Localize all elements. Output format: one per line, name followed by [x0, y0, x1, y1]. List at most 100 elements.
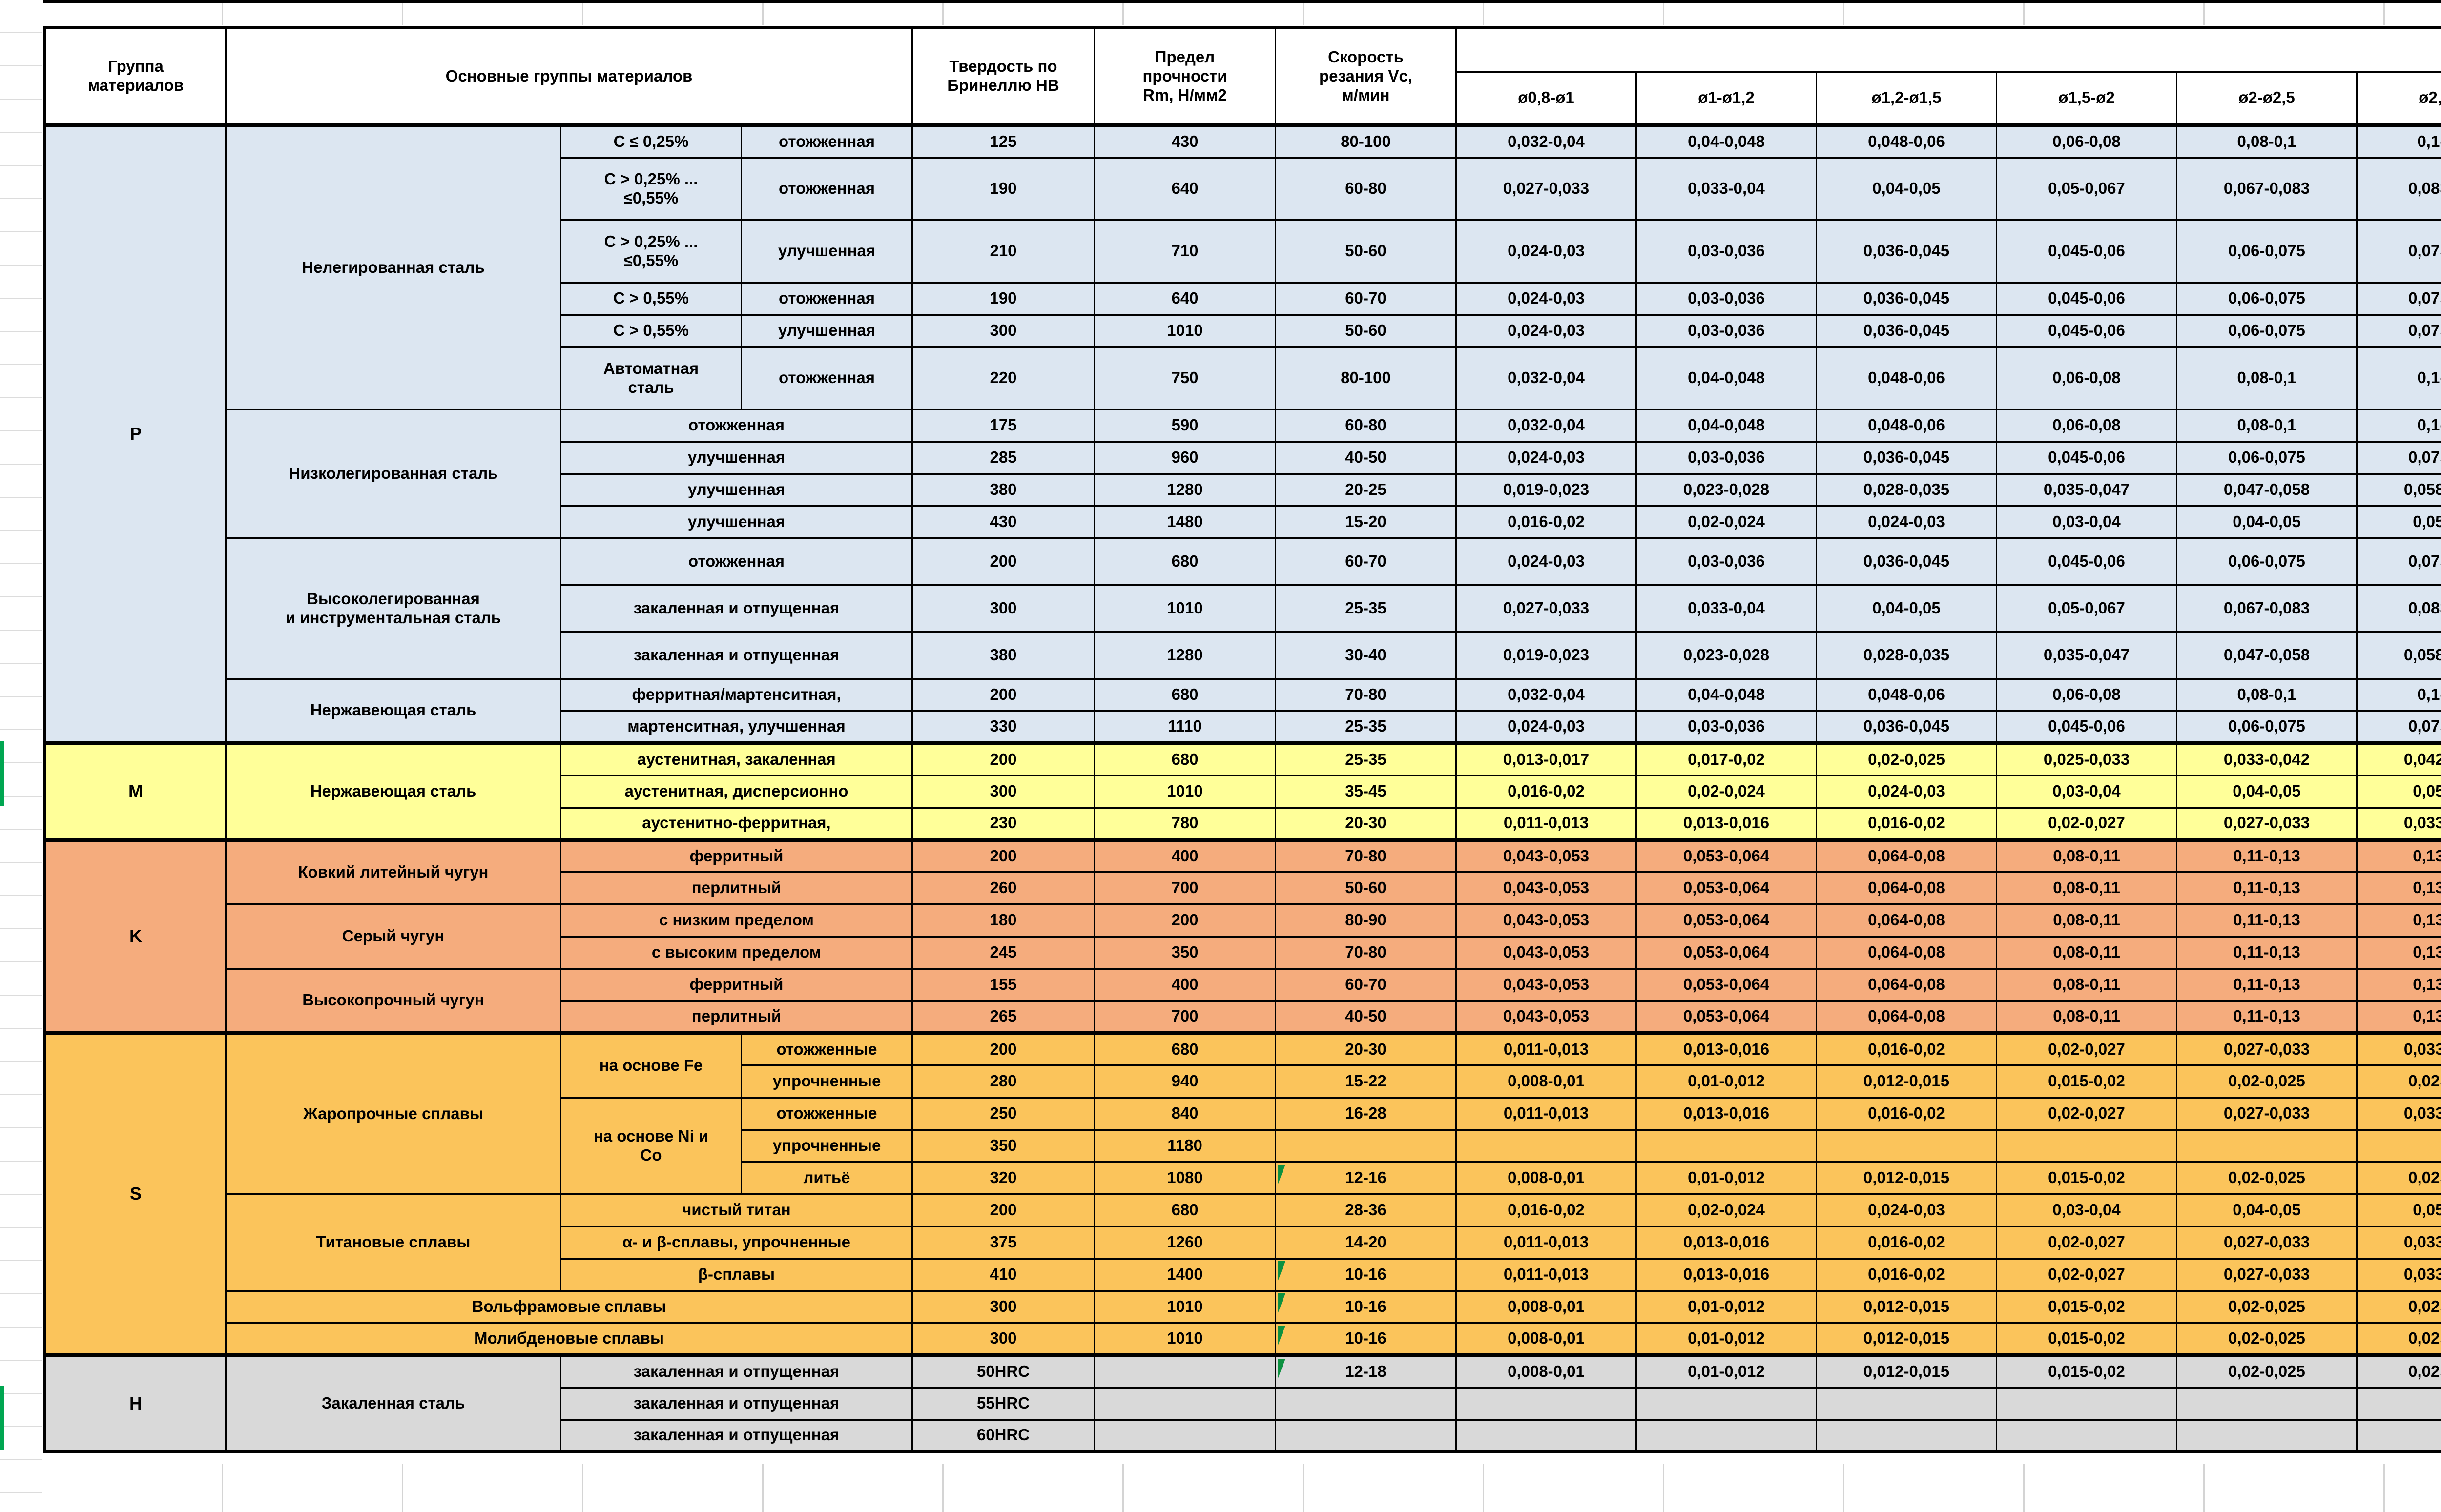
- feed-cell[interactable]: 0,04-0,05: [2177, 1194, 2357, 1226]
- feed-cell[interactable]: 0,048-0,06: [1817, 125, 1997, 158]
- feed-cell[interactable]: 0,028-0,035: [1817, 632, 1997, 679]
- material-cell[interactable]: с высоким пределом: [561, 937, 912, 969]
- feed-cell[interactable]: 0,035-0,047: [1997, 474, 2177, 506]
- feed-cell[interactable]: [1997, 1130, 2177, 1162]
- vc-cell[interactable]: 50-60: [1276, 872, 1456, 904]
- feed-cell[interactable]: 0,015-0,02: [1997, 1162, 2177, 1194]
- material-cell[interactable]: отожженная: [742, 158, 912, 220]
- rm-cell[interactable]: 680: [1095, 1194, 1276, 1226]
- feed-cell[interactable]: 0,064-0,08: [1817, 1001, 1997, 1033]
- feed-cell[interactable]: 0,06-0,08: [1997, 347, 2177, 409]
- feed-cell[interactable]: 0,045-0,06: [1997, 220, 2177, 283]
- feed-cell[interactable]: 0,075-0,12: [2357, 315, 2441, 347]
- feed-cell[interactable]: 0,06-0,075: [2177, 315, 2357, 347]
- vc-cell[interactable]: 20-25: [1276, 474, 1456, 506]
- rm-cell[interactable]: 710: [1095, 220, 1276, 283]
- feed-cell[interactable]: 0,03-0,04: [1997, 776, 2177, 808]
- rm-cell[interactable]: [1095, 1388, 1276, 1420]
- group-cell[interactable]: K: [45, 840, 226, 1033]
- group-cell[interactable]: P: [45, 125, 226, 743]
- rm-cell[interactable]: 680: [1095, 1033, 1276, 1065]
- feed-cell[interactable]: 0,025-0,04: [2357, 1323, 2441, 1355]
- hb-cell[interactable]: 60HRC: [912, 1420, 1095, 1452]
- material-cell[interactable]: Нержавеющая сталь: [226, 679, 561, 743]
- vc-cell[interactable]: 25-35: [1276, 743, 1456, 776]
- material-cell[interactable]: чистый титан: [561, 1194, 912, 1226]
- material-cell[interactable]: β-сплавы: [561, 1259, 912, 1291]
- feed-cell[interactable]: 0,083-0,13: [2357, 158, 2441, 220]
- vc-cell[interactable]: 12-18: [1276, 1355, 1456, 1388]
- hb-cell[interactable]: 320: [912, 1162, 1095, 1194]
- hb-cell[interactable]: 200: [912, 679, 1095, 711]
- material-cell[interactable]: Титановые сплавы: [226, 1194, 561, 1291]
- material-cell[interactable]: Серый чугун: [226, 904, 561, 969]
- material-cell[interactable]: упрочненные: [742, 1130, 912, 1162]
- material-cell[interactable]: закаленная и отпущенная: [561, 585, 912, 632]
- feed-cell[interactable]: 0,064-0,08: [1817, 840, 1997, 872]
- material-cell[interactable]: C > 0,25% ... ≤0,55%: [561, 158, 742, 220]
- feed-cell[interactable]: 0,043-0,053: [1456, 937, 1636, 969]
- feed-cell[interactable]: 0,053-0,064: [1636, 1001, 1817, 1033]
- feed-cell[interactable]: 0,05-0,067: [1997, 585, 2177, 632]
- feed-cell[interactable]: 0,023-0,028: [1636, 474, 1817, 506]
- feed-cell[interactable]: 0,075-0,12: [2357, 220, 2441, 283]
- feed-cell[interactable]: [1456, 1420, 1636, 1452]
- rm-cell[interactable]: 680: [1095, 743, 1276, 776]
- feed-cell[interactable]: 0,13-0,21: [2357, 872, 2441, 904]
- material-cell[interactable]: упрочненные: [742, 1065, 912, 1098]
- feed-cell[interactable]: 0,013-0,016: [1636, 808, 1817, 840]
- feed-cell[interactable]: 0,02-0,024: [1636, 506, 1817, 538]
- rm-cell[interactable]: 1010: [1095, 1291, 1276, 1323]
- feed-cell[interactable]: 0,045-0,06: [1997, 283, 2177, 315]
- material-cell[interactable]: с низким пределом: [561, 904, 912, 937]
- hb-cell[interactable]: 200: [912, 538, 1095, 585]
- material-cell[interactable]: закаленная и отпущенная: [561, 1420, 912, 1452]
- feed-cell[interactable]: 0,06-0,08: [1997, 679, 2177, 711]
- feed-cell[interactable]: 0,06-0,075: [2177, 442, 2357, 474]
- feed-cell[interactable]: 0,03-0,036: [1636, 220, 1817, 283]
- feed-cell[interactable]: [1817, 1420, 1997, 1452]
- feed-col-header[interactable]: ø1,5-ø2: [1997, 72, 2177, 125]
- feed-cell[interactable]: 0,064-0,08: [1817, 904, 1997, 937]
- feed-cell[interactable]: 0,053-0,064: [1636, 937, 1817, 969]
- material-cell[interactable]: Вольфрамовые сплавы: [226, 1291, 912, 1323]
- vc-cell[interactable]: 50-60: [1276, 220, 1456, 283]
- feed-cell[interactable]: 0,027-0,033: [2177, 1259, 2357, 1291]
- feed-cell[interactable]: 0,03-0,036: [1636, 711, 1817, 743]
- rm-cell[interactable]: 1180: [1095, 1130, 1276, 1162]
- feed-cell[interactable]: 0,01-0,012: [1636, 1162, 1817, 1194]
- feed-cell[interactable]: 0,03-0,04: [1997, 1194, 2177, 1226]
- rm-cell[interactable]: 1280: [1095, 474, 1276, 506]
- feed-cell[interactable]: 0,025-0,04: [2357, 1355, 2441, 1388]
- feed-cell[interactable]: [1817, 1130, 1997, 1162]
- hb-cell[interactable]: 300: [912, 1291, 1095, 1323]
- vc-cell[interactable]: 80-90: [1276, 904, 1456, 937]
- rm-cell[interactable]: 680: [1095, 679, 1276, 711]
- feed-cell[interactable]: 0,033-0,053: [2357, 808, 2441, 840]
- feed-cell[interactable]: [2357, 1420, 2441, 1452]
- feed-cell[interactable]: 0,067-0,083: [2177, 158, 2357, 220]
- feed-cell[interactable]: 0,053-0,064: [1636, 840, 1817, 872]
- feed-cell[interactable]: 0,045-0,06: [1997, 315, 2177, 347]
- feed-cell[interactable]: 0,008-0,01: [1456, 1291, 1636, 1323]
- feed-cell[interactable]: 0,016-0,02: [1817, 1259, 1997, 1291]
- feed-cell[interactable]: 0,024-0,03: [1456, 220, 1636, 283]
- vc-cell[interactable]: 25-35: [1276, 711, 1456, 743]
- hb-cell[interactable]: 300: [912, 315, 1095, 347]
- feed-col-header[interactable]: ø2-ø2,5: [2177, 72, 2357, 125]
- rm-cell[interactable]: 840: [1095, 1098, 1276, 1130]
- hb-cell[interactable]: 350: [912, 1130, 1095, 1162]
- rm-cell[interactable]: 1010: [1095, 585, 1276, 632]
- vc-cell[interactable]: 10-16: [1276, 1259, 1456, 1291]
- material-cell[interactable]: закаленная и отпущенная: [561, 1388, 912, 1420]
- feed-cell[interactable]: 0,032-0,04: [1456, 347, 1636, 409]
- feed-cell[interactable]: 0,016-0,02: [1456, 1194, 1636, 1226]
- feed-cell[interactable]: 0,025-0,033: [1997, 743, 2177, 776]
- feed-cell[interactable]: 0,013-0,017: [1456, 743, 1636, 776]
- vc-cell[interactable]: 60-70: [1276, 538, 1456, 585]
- feed-cell[interactable]: 0,013-0,016: [1636, 1226, 1817, 1259]
- feed-cell[interactable]: 0,008-0,01: [1456, 1162, 1636, 1194]
- vc-cell[interactable]: 10-16: [1276, 1291, 1456, 1323]
- hb-cell[interactable]: 190: [912, 158, 1095, 220]
- feed-cell[interactable]: 0,024-0,03: [1456, 711, 1636, 743]
